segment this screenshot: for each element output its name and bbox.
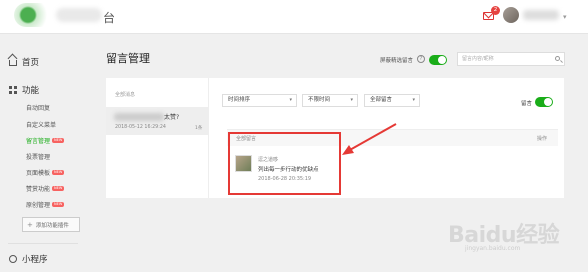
article-list-header: 全部消息 xyxy=(115,92,136,98)
sidebar-item-label: 原创管理 xyxy=(26,202,51,209)
sidebar-item-label: 赞赏功能 xyxy=(26,186,51,193)
user-name-blurred[interactable] xyxy=(523,10,559,20)
comments-enabled-toggle[interactable] xyxy=(535,97,553,107)
new-badge: NEW xyxy=(52,170,65,175)
time-dropdown-label: 不限时间 xyxy=(308,97,331,103)
sort-dropdown[interactable]: 时间排序 ▾ xyxy=(222,94,297,107)
sidebar-item-label: 投票管理 xyxy=(26,154,51,161)
page-header-title: 台 xyxy=(103,11,116,25)
plus-icon: + xyxy=(27,220,33,229)
chevron-down-icon[interactable]: ▾ xyxy=(563,13,567,21)
type-dropdown[interactable]: 全部留言 ▾ xyxy=(364,94,420,107)
logo[interactable] xyxy=(14,3,54,27)
list-item[interactable]: 太赞? 2018-05-12 16:29:24 1条 xyxy=(106,107,209,135)
sidebar-features-label: 功能 xyxy=(22,86,40,96)
sidebar-item-original[interactable]: 原创管理 NEW xyxy=(26,200,65,209)
search-field[interactable] xyxy=(457,52,565,66)
divider xyxy=(8,243,78,244)
grid-icon xyxy=(9,86,17,94)
annotation-arrow-icon xyxy=(342,123,397,155)
sidebar-home-label: 首页 xyxy=(22,58,40,68)
chevron-down-icon: ▾ xyxy=(350,97,353,103)
sidebar-section-features[interactable]: 功能 xyxy=(9,84,39,96)
sidebar-item-label: 自动回复 xyxy=(26,105,51,112)
article-title-suffix: 太赞? xyxy=(164,114,180,121)
chevron-down-icon: ▾ xyxy=(412,97,415,103)
chevron-down-icon: ▾ xyxy=(289,97,292,103)
sidebar-item-page-templates[interactable]: 页面模板 NEW xyxy=(26,168,65,177)
article-title-blurred xyxy=(114,113,164,121)
mini-program-icon xyxy=(9,255,17,263)
help-icon[interactable]: ? xyxy=(417,55,425,63)
selected-comments-label: 屏蔽精选留言 xyxy=(380,58,414,64)
sidebar: 首页 功能 自动回复 自定义菜单 留言管理 NEW 投票管理 页面模板 NEW … xyxy=(0,35,82,272)
new-badge: NEW xyxy=(52,186,65,191)
sidebar-item-appreciation[interactable]: 赞赏功能 NEW xyxy=(26,184,65,193)
table-header-actions: 操作 xyxy=(536,136,547,142)
comments-enabled-label: 留言 xyxy=(521,101,533,107)
top-bar: 台 2 ▾ xyxy=(0,0,588,34)
new-badge: NEW xyxy=(52,138,65,143)
add-plugin-label: 添加功能插件 xyxy=(35,222,69,229)
account-name-blurred xyxy=(56,8,102,22)
sidebar-item-comments[interactable]: 留言管理 NEW xyxy=(26,136,65,145)
sort-dropdown-label: 时间排序 xyxy=(228,97,251,103)
sidebar-item-label: 页面模板 xyxy=(26,170,51,177)
highlight-box xyxy=(228,132,341,195)
sidebar-item-label: 留言管理 xyxy=(26,138,51,145)
time-dropdown[interactable]: 不限时间 ▾ xyxy=(302,94,358,107)
type-dropdown-label: 全部留言 xyxy=(370,97,393,103)
user-avatar[interactable] xyxy=(503,7,519,23)
sidebar-item-votes[interactable]: 投票管理 xyxy=(26,152,50,161)
page-title: 留言管理 xyxy=(106,52,150,65)
new-badge: NEW xyxy=(52,202,65,207)
sidebar-item-label: 自定义菜单 xyxy=(26,122,57,129)
article-list: 全部消息 太赞? 2018-05-12 16:29:24 1条 xyxy=(106,78,209,198)
sidebar-item-home[interactable]: 首页 xyxy=(9,56,39,68)
sidebar-item-custom-menu[interactable]: 自定义菜单 xyxy=(26,120,56,129)
watermark-url: jingyan.baidu.com xyxy=(465,245,521,252)
search-icon[interactable] xyxy=(555,56,560,61)
sidebar-item-mini-program[interactable]: 小程序 xyxy=(9,253,48,265)
sidebar-item-auto-reply[interactable]: 自动回复 xyxy=(26,103,50,112)
add-plugin-button[interactable]: + 添加功能插件 xyxy=(22,217,80,232)
sidebar-mini-program-label: 小程序 xyxy=(22,255,48,265)
mail-badge: 2 xyxy=(491,6,500,15)
comment-count: 1条 xyxy=(195,126,203,131)
article-date: 2018-05-12 16:29:24 xyxy=(115,125,166,130)
selected-comments-toggle[interactable] xyxy=(429,55,447,65)
home-icon xyxy=(9,60,17,66)
search-input[interactable] xyxy=(458,53,550,65)
